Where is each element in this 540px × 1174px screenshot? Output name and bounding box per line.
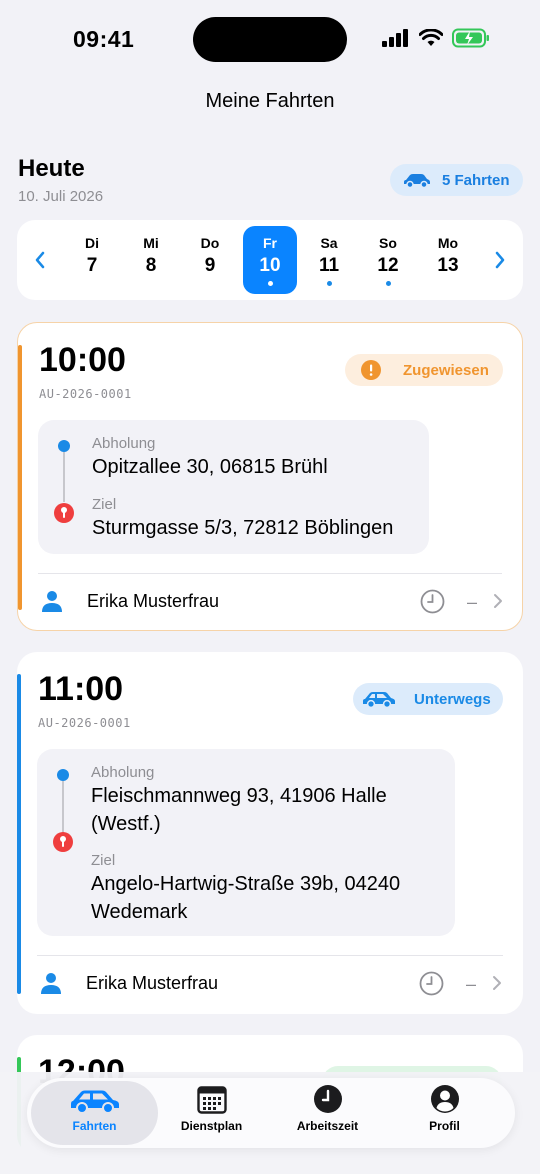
- page-title: Meine Fahrten: [205, 90, 335, 112]
- day-number: 10: [259, 255, 281, 276]
- person-icon: [41, 973, 61, 994]
- clock-icon: [419, 971, 444, 996]
- day-sun[interactable]: So 12: [361, 226, 415, 294]
- destination-label: Ziel: [91, 852, 116, 869]
- route-line: [62, 781, 64, 833]
- tab-label: Arbeitszeit: [296, 1119, 359, 1133]
- tab-fahrten[interactable]: Fahrten: [31, 1081, 158, 1145]
- status-badge: Zugewiesen: [345, 354, 503, 386]
- pickup-address: Opitzallee 30, 06815 Brühl: [92, 456, 328, 478]
- clock-icon: [420, 589, 445, 614]
- trip-id: AU-2026-0001: [38, 716, 131, 730]
- car-icon: [70, 1090, 119, 1114]
- trips-indicator-dot: [326, 281, 332, 286]
- eta-value: –: [466, 974, 477, 994]
- day-fri-selected[interactable]: Fr 10: [243, 226, 297, 294]
- chevron-left-icon[interactable]: [34, 250, 46, 270]
- status-badge: Unterwegs: [353, 683, 503, 715]
- day-number: 13: [437, 255, 459, 276]
- driver-name: Erika Musterfrau: [87, 591, 220, 611]
- trip-id: AU-2026-0001: [39, 387, 132, 401]
- trip-time: 11:00: [38, 670, 124, 708]
- day-name: Do: [200, 235, 220, 251]
- status-time: 09:41: [73, 26, 135, 52]
- route-line: [63, 452, 65, 502]
- day-wed[interactable]: Mi 8: [124, 226, 178, 294]
- chevron-right-icon[interactable]: [492, 975, 502, 991]
- day-number: 11: [318, 255, 340, 276]
- trips-count-label: 5 Fahrten: [442, 171, 510, 189]
- wifi-icon: [419, 29, 443, 46]
- current-date: 10. Juli 2026: [18, 188, 104, 205]
- day-number: 7: [86, 255, 98, 276]
- tab-label: Dienstplan: [180, 1119, 243, 1133]
- day-number: 9: [204, 255, 216, 276]
- trip-time: 10:00: [39, 341, 126, 379]
- chevron-right-icon[interactable]: [494, 250, 506, 270]
- day-name: Di: [85, 235, 99, 251]
- day-sat[interactable]: Sa 11: [302, 226, 356, 294]
- day-name: Mi: [143, 235, 159, 251]
- day-name: Sa: [320, 235, 338, 251]
- trip-card[interactable]: 10:00 AU-2026-0001 Zugewiesen Abholung O…: [17, 322, 523, 631]
- status-label: Zugewiesen: [403, 361, 489, 379]
- trips-count-badge: 5 Fahrten: [390, 164, 523, 196]
- dynamic-island: [193, 17, 347, 62]
- profile-icon: [430, 1085, 459, 1113]
- status-label: Unterwegs: [414, 690, 491, 708]
- clock-icon: [313, 1085, 342, 1113]
- pickup-address-line2: (Westf.): [91, 813, 161, 835]
- car-icon: [404, 174, 430, 188]
- day-number: 8: [145, 255, 157, 276]
- destination-pin-icon: [53, 832, 73, 852]
- warning-circle-icon: [361, 360, 381, 380]
- tab-label: Profil: [429, 1119, 460, 1133]
- chevron-right-icon[interactable]: [493, 593, 503, 609]
- divider: [38, 573, 502, 574]
- week-selector: Di 7 Mi 8 Do 9 Fr 10 Sa 11 So 12 Mo 13: [17, 220, 523, 300]
- route-box: Abholung Fleischmannweg 93, 41906 Halle …: [37, 749, 455, 936]
- day-mon[interactable]: Mo 13: [421, 226, 475, 294]
- destination-address-line1: Angelo-Hartwig-Straße 39b, 04240: [91, 873, 401, 895]
- status-accent-bar: [18, 345, 22, 610]
- car-icon: [363, 692, 395, 708]
- status-bar: 09:41: [0, 0, 540, 80]
- tab-profil[interactable]: Profil: [381, 1078, 508, 1148]
- day-name: Mo: [437, 235, 459, 251]
- pickup-label: Abholung: [91, 764, 155, 781]
- eta-value: –: [467, 592, 478, 612]
- destination-pin-icon: [54, 503, 74, 523]
- battery-charging-icon: [452, 28, 489, 48]
- divider: [37, 955, 503, 956]
- pickup-dot: [57, 769, 69, 781]
- calendar-icon: [196, 1086, 227, 1114]
- status-icons: [382, 28, 490, 48]
- tab-bar: Fahrten Dienstplan Arbeitszeit Profil: [0, 1072, 540, 1174]
- driver-name: Erika Musterfrau: [86, 973, 219, 993]
- status-accent-bar: [17, 674, 21, 994]
- trips-indicator-dot: [385, 281, 391, 286]
- destination-address-line2: Wedemark: [91, 901, 188, 923]
- day-tue[interactable]: Di 7: [65, 226, 119, 294]
- pickup-address-line1: Fleischmannweg 93, 41906 Halle: [91, 785, 387, 807]
- tab-label: Fahrten: [72, 1119, 117, 1133]
- pickup-dot: [58, 440, 70, 452]
- destination-address: Sturmgasse 5/3, 72812 Böblingen: [92, 517, 394, 539]
- person-icon: [42, 591, 62, 612]
- day-name: So: [379, 235, 397, 251]
- pickup-label: Abholung: [92, 435, 156, 452]
- tab-bar-container: Fahrten Dienstplan Arbeitszeit Profil: [27, 1078, 515, 1148]
- route-box: Abholung Opitzallee 30, 06815 Brühl Ziel…: [38, 420, 429, 554]
- tab-dienstplan[interactable]: Dienstplan: [148, 1078, 275, 1148]
- day-thu[interactable]: Do 9: [183, 226, 237, 294]
- date-section-title: Heute: [18, 155, 85, 182]
- destination-label: Ziel: [92, 496, 117, 513]
- day-number: 12: [377, 255, 399, 276]
- trips-indicator-dot: [267, 281, 273, 286]
- day-name: Fr: [263, 235, 277, 251]
- cellular-signal-icon: [382, 29, 408, 47]
- tab-arbeitszeit[interactable]: Arbeitszeit: [264, 1078, 391, 1148]
- trip-card[interactable]: 11:00 AU-2026-0001 Unterwegs Abholung Fl…: [17, 652, 523, 1014]
